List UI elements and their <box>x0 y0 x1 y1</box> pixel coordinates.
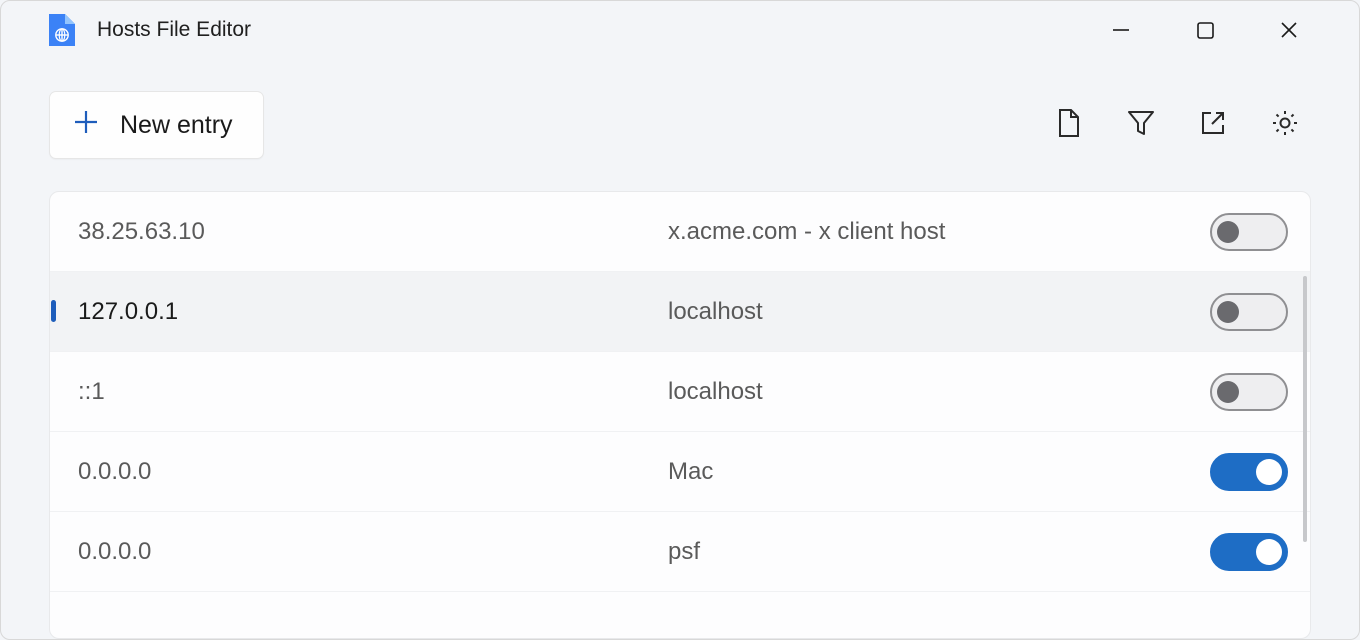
host-row[interactable]: 38.25.63.10x.acme.com - x client host <box>50 192 1310 272</box>
app-title: Hosts File Editor <box>97 18 251 42</box>
new-entry-label: New entry <box>120 111 233 140</box>
app-window: Hosts File Editor New entry <box>0 0 1360 640</box>
enable-toggle[interactable] <box>1210 453 1288 491</box>
file-button[interactable] <box>1053 109 1085 141</box>
minimize-button[interactable] <box>1107 16 1135 44</box>
filter-button[interactable] <box>1125 109 1157 141</box>
maximize-button[interactable] <box>1191 16 1219 44</box>
host-description: localhost <box>668 298 1210 326</box>
host-row[interactable]: ::1localhost <box>50 352 1310 432</box>
host-address: 0.0.0.0 <box>78 538 668 566</box>
titlebar-left: Hosts File Editor <box>49 14 251 46</box>
titlebar: Hosts File Editor <box>1 1 1359 59</box>
host-description: Mac <box>668 458 1210 486</box>
host-address: 0.0.0.0 <box>78 458 668 486</box>
file-icon <box>1056 108 1082 143</box>
toolbar-right <box>1053 109 1311 141</box>
host-row[interactable]: 0.0.0.0psf <box>50 512 1310 592</box>
settings-button[interactable] <box>1269 109 1301 141</box>
host-row[interactable]: 127.0.0.1localhost <box>50 272 1310 352</box>
scrollbar[interactable] <box>1303 276 1307 542</box>
close-button[interactable] <box>1275 16 1303 44</box>
toggle-knob <box>1256 539 1282 565</box>
filter-icon <box>1126 109 1156 142</box>
app-icon <box>49 14 75 46</box>
open-external-icon <box>1199 109 1227 142</box>
toolbar: New entry <box>1 59 1359 179</box>
host-address: 127.0.0.1 <box>78 298 668 326</box>
host-address: ::1 <box>78 378 668 406</box>
plus-icon <box>72 108 100 143</box>
enable-toggle[interactable] <box>1210 533 1288 571</box>
host-row[interactable]: 0.0.0.0Mac <box>50 432 1310 512</box>
toggle-knob <box>1217 221 1239 243</box>
toggle-knob <box>1256 459 1282 485</box>
host-description: localhost <box>668 378 1210 406</box>
host-description: x.acme.com - x client host <box>668 218 1210 246</box>
enable-toggle[interactable] <box>1210 213 1288 251</box>
hosts-list: 38.25.63.10x.acme.com - x client host127… <box>49 191 1311 639</box>
gear-icon <box>1270 108 1300 143</box>
toggle-knob <box>1217 381 1239 403</box>
new-entry-button[interactable]: New entry <box>49 91 264 159</box>
host-address: 38.25.63.10 <box>78 218 668 246</box>
enable-toggle[interactable] <box>1210 373 1288 411</box>
window-controls <box>1107 16 1339 44</box>
enable-toggle[interactable] <box>1210 293 1288 331</box>
toggle-knob <box>1217 301 1239 323</box>
host-description: psf <box>668 538 1210 566</box>
open-external-button[interactable] <box>1197 109 1229 141</box>
